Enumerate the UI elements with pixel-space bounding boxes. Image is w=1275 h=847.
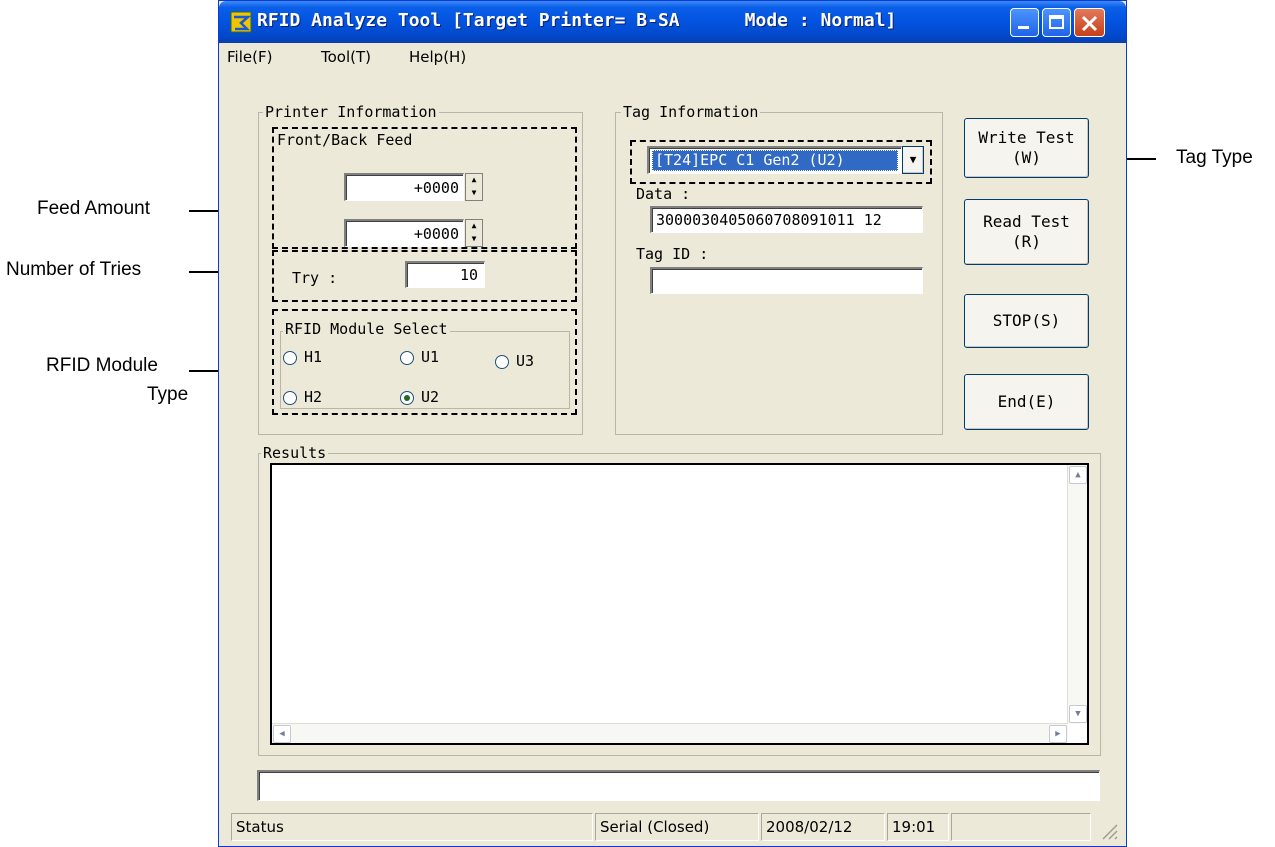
callout-rfid-module-1: RFID Module <box>46 355 158 376</box>
stop-button[interactable]: STOP(S) <box>964 294 1089 348</box>
front-feed-spinner[interactable]: ▲ ▼ <box>465 173 483 201</box>
maximize-icon <box>1049 15 1064 29</box>
tag-id-label: Tag ID : <box>636 245 709 263</box>
back-feed-spinner[interactable]: ▲ ▼ <box>465 219 483 247</box>
status-text: Status <box>231 813 593 841</box>
radio-u2[interactable] <box>400 391 414 405</box>
data-label: Data : <box>636 185 691 203</box>
front-back-feed-label: Front/Back Feed <box>275 131 415 149</box>
radio-u1[interactable] <box>400 351 414 365</box>
rfid-module-label: RFID Module Select <box>283 320 450 338</box>
status-date: 2008/02/12 <box>761 813 885 841</box>
end-button[interactable]: End(E) <box>964 374 1089 430</box>
scroll-left-icon[interactable]: ◀ <box>273 725 291 743</box>
spin-up-icon[interactable]: ▲ <box>466 174 482 187</box>
menu-file[interactable]: File(F) <box>227 48 272 66</box>
radio-h2[interactable] <box>283 391 297 405</box>
back-feed-field[interactable]: +0000 <box>344 219 464 247</box>
tag-type-select[interactable]: [T24]EPC C1 Gen2 (U2) <box>647 146 902 174</box>
callout-number-of-tries: Number of Tries <box>6 259 142 280</box>
radio-u3-label: U3 <box>516 352 535 370</box>
results-textarea[interactable]: ▲ ▼ ◀ ▶ <box>270 463 1089 745</box>
horizontal-scrollbar[interactable]: ◀ ▶ <box>272 723 1068 743</box>
spin-down-icon[interactable]: ▼ <box>466 187 482 200</box>
scroll-up-icon[interactable]: ▲ <box>1069 466 1087 484</box>
minimize-icon <box>1018 26 1029 29</box>
resize-grip-icon[interactable] <box>1099 821 1119 841</box>
tag-information-label: Tag Information <box>621 103 761 121</box>
minimize-button[interactable] <box>1010 8 1039 37</box>
close-button[interactable] <box>1074 8 1105 37</box>
vertical-scrollbar[interactable]: ▲ ▼ <box>1067 465 1087 724</box>
printer-information-label: Printer Information <box>263 103 439 121</box>
front-feed-field[interactable]: +0000 <box>344 173 464 201</box>
try-field[interactable]: 10 <box>405 261 485 288</box>
callout-feed-amount: Feed Amount <box>37 198 151 219</box>
window-title: RFID Analyze Tool [Target Printer= B-SA … <box>257 10 897 31</box>
status-extra <box>951 813 1091 841</box>
try-label: Try : <box>292 269 338 287</box>
tag-id-field[interactable] <box>650 267 923 294</box>
scroll-right-icon[interactable]: ▶ <box>1049 725 1067 743</box>
radio-h2-label: H2 <box>304 388 323 406</box>
radio-u1-label: U1 <box>421 348 440 366</box>
message-bar <box>257 770 1100 801</box>
close-icon <box>1081 15 1098 32</box>
app-icon <box>230 11 252 33</box>
spin-down-icon[interactable]: ▼ <box>466 233 482 246</box>
scroll-down-icon[interactable]: ▼ <box>1069 705 1087 723</box>
callout-tag-type: Tag Type <box>1176 147 1253 168</box>
data-field[interactable]: 3000030405060708091011 12 <box>650 206 923 233</box>
tag-type-dropdown[interactable]: ▼ <box>902 146 924 174</box>
menu-bar: File(F) Tool(T) Help(H) <box>219 43 1126 73</box>
radio-h1[interactable] <box>283 351 297 365</box>
radio-u3[interactable] <box>495 355 509 369</box>
menu-help[interactable]: Help(H) <box>409 48 466 66</box>
status-port: Serial (Closed) <box>595 813 759 841</box>
title-bar[interactable]: RFID Analyze Tool [Target Printer= B-SA … <box>219 1 1126 43</box>
chevron-down-icon: ▼ <box>909 153 917 166</box>
read-test-button[interactable]: Read Test (R) <box>964 199 1089 265</box>
spin-up-icon[interactable]: ▲ <box>466 220 482 233</box>
main-window: RFID Analyze Tool [Target Printer= B-SA … <box>218 0 1127 847</box>
callout-rfid-module-2: Type <box>147 384 189 405</box>
results-label: Results <box>261 444 329 462</box>
menu-tool[interactable]: Tool(T) <box>321 48 371 66</box>
radio-u2-label: U2 <box>421 388 440 406</box>
status-time: 19:01 <box>887 813 949 841</box>
maximize-button[interactable] <box>1042 8 1071 37</box>
radio-h1-label: H1 <box>304 348 323 366</box>
write-test-button[interactable]: Write Test (W) <box>964 118 1089 178</box>
